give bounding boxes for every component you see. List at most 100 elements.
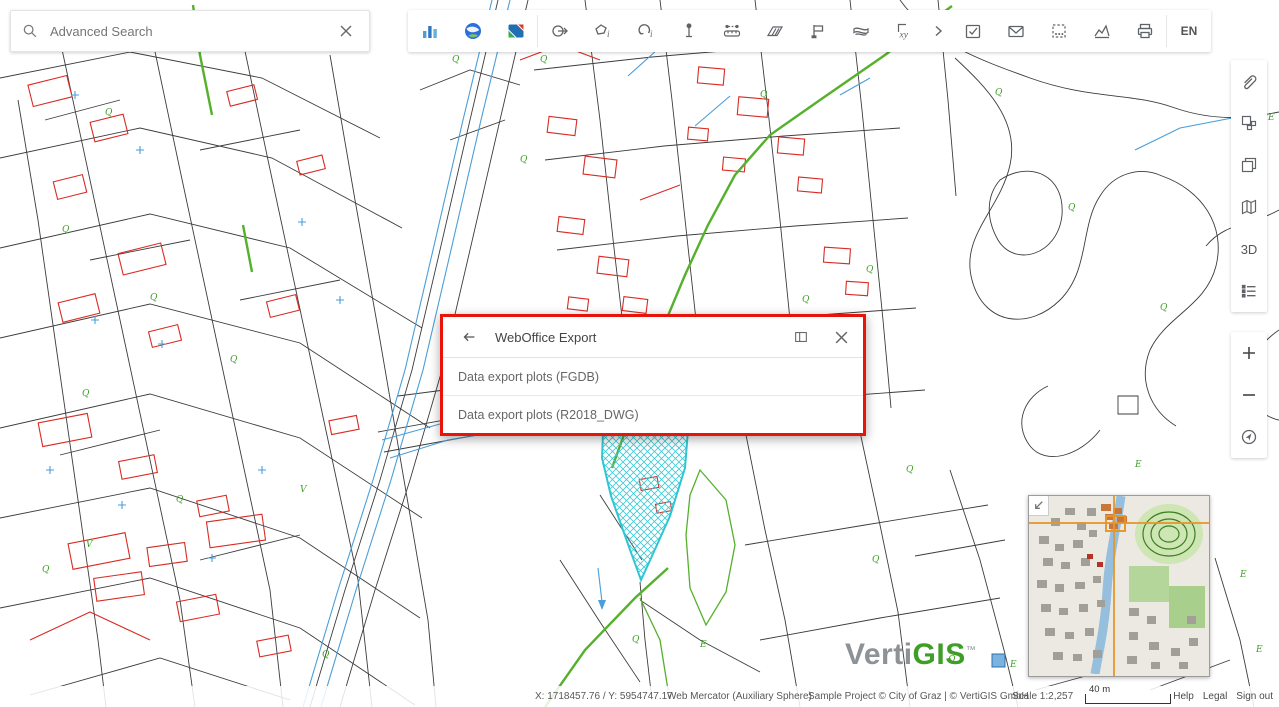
side-tool-column: 3D	[1231, 60, 1267, 312]
dialog-back-button[interactable]	[455, 323, 483, 351]
dialog-close-button[interactable]	[827, 323, 855, 351]
legend-icon	[1239, 281, 1259, 301]
google-earth-icon	[463, 21, 483, 41]
scale-bar-label: 40 m	[1089, 684, 1110, 695]
identify-radius-icon: i	[636, 21, 656, 41]
locate-icon	[1239, 427, 1259, 447]
attachment-icon	[1239, 71, 1259, 91]
identify-radius-button[interactable]: i	[624, 10, 667, 52]
search-input[interactable]	[48, 23, 324, 40]
svg-text:Q: Q	[540, 55, 548, 65]
main-toolbar: i i	[408, 10, 1211, 52]
svg-text:i: i	[607, 29, 610, 39]
workflow-button[interactable]	[1231, 102, 1267, 144]
measure-area-icon	[765, 21, 785, 41]
zoom-out-button[interactable]	[1231, 374, 1267, 416]
statistics-chart-button[interactable]	[408, 10, 451, 52]
svg-text:E: E	[1239, 570, 1247, 580]
attachment-button[interactable]	[1231, 60, 1267, 102]
legal-link[interactable]: Legal	[1203, 691, 1227, 702]
svg-text:E: E	[1009, 660, 1017, 670]
svg-text:E: E	[1267, 113, 1275, 123]
help-link[interactable]: Help	[1173, 691, 1194, 702]
pin-coordinate-button[interactable]	[667, 10, 710, 52]
map-book-button[interactable]	[1231, 186, 1267, 228]
svg-text:Q: Q	[322, 650, 330, 660]
measure-distance-button[interactable]	[710, 10, 753, 52]
svg-text:Q: Q	[82, 389, 90, 399]
select-features-icon	[1049, 21, 1069, 41]
side-nav-column	[1231, 332, 1267, 458]
print-button[interactable]	[1123, 10, 1166, 52]
export-item-fgdb[interactable]: Data export plots (FGDB)	[443, 358, 863, 395]
search-close-button[interactable]	[333, 18, 359, 44]
xy-coordinates-icon: xy	[894, 21, 914, 41]
map-copy-icon	[1239, 155, 1259, 175]
zoom-in-icon	[1239, 343, 1259, 363]
close-icon	[834, 330, 849, 345]
weboffice-export-dialog: WebOffice Export Data export plots (FGDB…	[440, 314, 866, 436]
collapse-arrow-icon	[1031, 498, 1046, 513]
redline-flag-button[interactable]	[796, 10, 839, 52]
svg-text:i: i	[650, 29, 653, 39]
measure-distance-icon	[722, 21, 742, 41]
svg-text:Q: Q	[632, 635, 640, 645]
overview-collapse-button[interactable]	[1029, 496, 1049, 516]
svg-text:E: E	[1134, 460, 1142, 470]
send-mail-icon	[1006, 21, 1026, 41]
measure-area-button[interactable]	[753, 10, 796, 52]
legend-button[interactable]	[1231, 270, 1267, 312]
status-copyright: Sample Project © City of Graz | © VertiG…	[808, 691, 1029, 702]
svg-text:Q: Q	[42, 565, 50, 575]
overview-map[interactable]	[1028, 495, 1210, 677]
svg-text:Q: Q	[866, 265, 874, 275]
map-copy-button[interactable]	[1231, 144, 1267, 186]
locate-button[interactable]	[1231, 416, 1267, 458]
svg-text:E: E	[1255, 645, 1263, 655]
watermark-gray: Verti	[845, 638, 913, 671]
status-links: Help Legal Sign out	[1173, 691, 1273, 702]
status-bar: X: 1718457.76 / Y: 5954747.17 Web Mercat…	[0, 686, 1279, 707]
svg-text:Q: Q	[760, 90, 768, 100]
svg-text:Q: Q	[906, 465, 914, 475]
profile-chart-button[interactable]	[1080, 10, 1123, 52]
select-features-button[interactable]	[1037, 10, 1080, 52]
chevron-right-icon	[930, 23, 946, 39]
language-button[interactable]: EN	[1167, 10, 1211, 52]
weboffice-app: QQQ QQQ QQQ QQQ QQQ QQQ QQQ Q EEE EEE VV	[0, 0, 1279, 707]
close-icon	[339, 24, 353, 38]
identify-polygon-button[interactable]: i	[581, 10, 624, 52]
signout-link[interactable]: Sign out	[1236, 691, 1273, 702]
map-book-icon	[1239, 197, 1259, 217]
three-d-button[interactable]: 3D	[1231, 228, 1267, 270]
svg-text:xy: xy	[898, 31, 908, 41]
send-mail-button[interactable]	[994, 10, 1037, 52]
export-item-dwg[interactable]: Data export plots (R2018_DWG)	[443, 395, 863, 433]
status-coordinates: X: 1718457.76 / Y: 5954747.17	[535, 691, 673, 702]
zoom-in-button[interactable]	[1231, 332, 1267, 374]
svg-text:Q: Q	[176, 495, 184, 505]
status-projection: Web Mercator (Auxiliary Sphere)	[667, 691, 812, 702]
pan-button[interactable]	[538, 10, 581, 52]
google-earth-button[interactable]	[451, 10, 494, 52]
dialog-detach-button[interactable]	[787, 323, 815, 351]
swipe-layers-icon	[851, 21, 871, 41]
print-icon	[1135, 21, 1155, 41]
svg-text:Q: Q	[452, 55, 460, 65]
svg-text:Q: Q	[150, 293, 158, 303]
svg-text:Q: Q	[802, 295, 810, 305]
edit-tasks-button[interactable]	[951, 10, 994, 52]
identify-polygon-icon: i	[593, 21, 613, 41]
svg-text:Q: Q	[872, 555, 880, 565]
xy-coordinates-button[interactable]: xy	[882, 10, 925, 52]
svg-text:Q: Q	[520, 155, 528, 165]
zoom-out-icon	[1239, 385, 1259, 405]
imagery-map-button[interactable]	[494, 10, 537, 52]
edit-tasks-icon	[963, 21, 983, 41]
dialog-header: WebOffice Export	[443, 317, 863, 358]
swipe-layers-button[interactable]	[839, 10, 882, 52]
pan-icon	[550, 21, 570, 41]
watermark-green: GIS	[913, 638, 966, 671]
vertigis-watermark: VertiGIS™	[845, 638, 976, 672]
more-tools-button[interactable]	[925, 10, 951, 52]
